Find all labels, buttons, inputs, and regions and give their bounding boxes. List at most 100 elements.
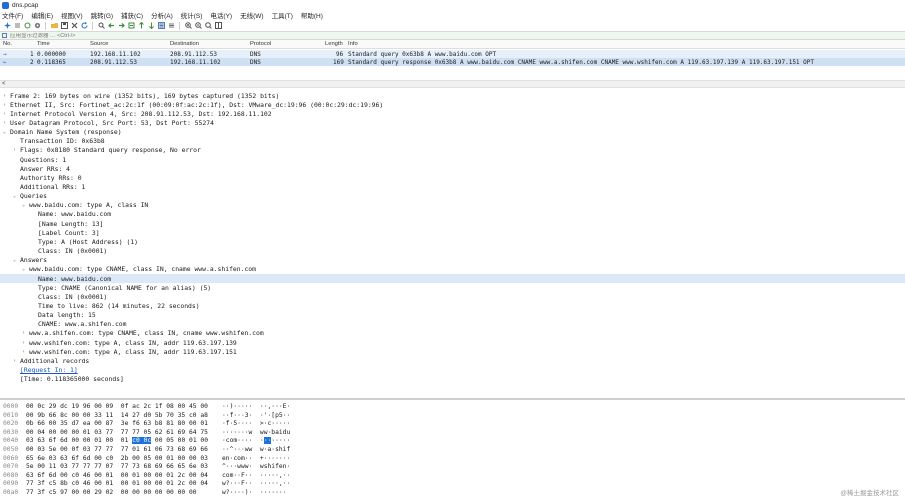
col-no[interactable]: No. bbox=[3, 41, 12, 47]
expand-icon[interactable]: › bbox=[22, 349, 29, 355]
byte-hex[interactable]: 00 9b 66 8c 00 00 33 11 14 27 d0 5b 70 3… bbox=[26, 412, 208, 419]
restart-capture-icon[interactable] bbox=[23, 22, 31, 30]
collapse-icon[interactable]: ⌄ bbox=[13, 193, 20, 199]
detail-row[interactable]: Class: IN (0x0001) bbox=[31, 292, 107, 301]
menu-capture[interactable]: 捕获(C) bbox=[121, 10, 143, 20]
menu-file[interactable]: 文件(F) bbox=[2, 10, 23, 20]
expand-icon[interactable]: › bbox=[22, 340, 29, 346]
detail-row[interactable]: ⌄ Answers bbox=[13, 256, 47, 265]
col-length[interactable]: Length bbox=[325, 41, 343, 47]
expand-icon[interactable]: › bbox=[3, 120, 10, 126]
detail-row[interactable]: Type: CNAME (Canonical NAME for an alias… bbox=[31, 283, 211, 292]
last-packet-icon[interactable] bbox=[147, 22, 155, 30]
scroll-left-icon[interactable]: < bbox=[2, 81, 6, 87]
reload-icon[interactable] bbox=[80, 22, 88, 30]
first-packet-icon[interactable] bbox=[137, 22, 145, 30]
byte-hex[interactable]: 77 3f c5 97 00 00 29 02 00 00 00 00 00 0… bbox=[26, 489, 197, 496]
zoom-reset-icon[interactable] bbox=[204, 22, 212, 30]
detail-row[interactable]: › Frame 2: 169 bytes on wire (1352 bits),… bbox=[3, 91, 279, 100]
save-file-icon[interactable] bbox=[60, 22, 68, 30]
menu-edit[interactable]: 编辑(E) bbox=[31, 10, 53, 20]
detail-row[interactable]: CNAME: www.a.shifen.com bbox=[31, 320, 127, 329]
byte-ascii[interactable]: w?····)· ······· bbox=[222, 489, 286, 496]
byte-ascii[interactable]: ·com···· ········ bbox=[222, 437, 290, 445]
detail-row[interactable]: [Request In: 1] bbox=[13, 366, 78, 375]
menu-help[interactable]: 帮助(H) bbox=[301, 10, 323, 20]
detail-row[interactable]: Additional RRs: 1 bbox=[13, 183, 85, 192]
byte-hex[interactable]: 00 03 5e 00 0f 03 77 77 77 01 61 06 73 6… bbox=[26, 446, 208, 453]
expand-icon[interactable]: › bbox=[13, 147, 20, 153]
byte-ascii[interactable]: w?···F·· ·····,·· bbox=[222, 480, 290, 487]
byte-row[interactable]: 00a0 77 3f c5 97 00 00 29 02 00 00 00 00 … bbox=[0, 488, 905, 497]
detail-row[interactable]: Time to live: 862 (14 minutes, 22 second… bbox=[31, 301, 200, 310]
packet-row-selected[interactable]: ← 2 0.118365 208.91.112.53 192.168.11.10… bbox=[0, 58, 905, 66]
col-time[interactable]: Time bbox=[37, 41, 50, 47]
capture-options-icon[interactable] bbox=[33, 22, 41, 30]
detail-row[interactable]: › www.wshifen.com: type A, class IN, addr… bbox=[22, 338, 237, 347]
colorize-icon[interactable] bbox=[167, 22, 175, 30]
menu-wireless[interactable]: 无线(W) bbox=[240, 10, 263, 20]
detail-row[interactable]: Answer RRs: 4 bbox=[13, 164, 70, 173]
packet-row[interactable]: → 1 0.000000 192.168.11.102 208.91.112.5… bbox=[0, 50, 905, 58]
detail-row[interactable]: Name: www.baidu.com bbox=[0, 274, 905, 283]
detail-row[interactable]: › www.wshifen.com: type A, class IN, addr… bbox=[22, 347, 237, 356]
expand-icon[interactable]: › bbox=[3, 111, 10, 117]
byte-ascii[interactable]: ^···www· wshifen· bbox=[222, 463, 290, 470]
expand-icon[interactable]: › bbox=[22, 330, 29, 336]
byte-ascii[interactable]: ·······w ww·baidu bbox=[222, 429, 290, 436]
detail-row[interactable]: [Label Count: 3] bbox=[31, 228, 100, 237]
open-file-icon[interactable] bbox=[50, 22, 58, 30]
col-source[interactable]: Source bbox=[90, 41, 108, 47]
expand-icon[interactable]: › bbox=[3, 93, 10, 99]
byte-ascii[interactable]: ··)····· ··,···E· bbox=[222, 403, 290, 410]
expand-icon[interactable]: › bbox=[3, 102, 10, 108]
detail-row[interactable]: ⌄ Queries bbox=[13, 192, 47, 201]
detail-row[interactable]: [Time: 0.118365000 seconds] bbox=[13, 375, 124, 384]
menu-view[interactable]: 视图(V) bbox=[61, 10, 83, 20]
collapse-icon[interactable]: ⌄ bbox=[3, 129, 10, 135]
collapse-icon[interactable]: ⌄ bbox=[22, 202, 29, 208]
byte-ascii[interactable]: ··^···ww w·a·shif bbox=[222, 446, 290, 453]
detail-row[interactable]: Name: www.baidu.com bbox=[31, 210, 111, 219]
detail-row[interactable]: › Ethernet II, Src: Fortinet_ac:2c:1f (00… bbox=[3, 100, 383, 109]
zoom-out-icon[interactable] bbox=[194, 22, 202, 30]
detail-row[interactable]: Type: A (Host Address) (1) bbox=[31, 237, 138, 246]
detail-row[interactable]: [Name Length: 13] bbox=[31, 219, 103, 228]
collapse-icon[interactable]: ⌄ bbox=[13, 257, 20, 263]
byte-hex[interactable]: 00 04 00 00 00 01 03 77 77 77 05 62 61 6… bbox=[26, 429, 208, 436]
detail-row[interactable]: Authority RRs: 0 bbox=[13, 173, 82, 182]
detail-row[interactable]: ⌄ www.baidu.com: type A, class IN bbox=[22, 201, 148, 210]
stop-capture-icon[interactable] bbox=[13, 22, 21, 30]
pane-splitter[interactable] bbox=[0, 398, 905, 400]
col-info[interactable]: Info bbox=[348, 41, 358, 47]
byte-hex[interactable]: 0b 66 00 35 d7 ea 00 87 3e f6 63 b8 81 8… bbox=[26, 420, 208, 427]
collapse-icon[interactable]: ⌄ bbox=[22, 266, 29, 272]
byte-hex[interactable]: 65 6e 03 63 6f 6d 00 c0 2b 00 05 00 01 0… bbox=[26, 455, 208, 462]
byte-hex[interactable]: 77 3f c5 8b c0 46 00 01 00 01 00 00 01 2… bbox=[26, 480, 208, 487]
menu-telephony[interactable]: 电话(Y) bbox=[210, 10, 232, 20]
expand-icon[interactable]: › bbox=[13, 358, 20, 364]
byte-ascii[interactable]: ··f···3· ·'·[p5·· bbox=[222, 412, 290, 419]
zoom-in-icon[interactable] bbox=[184, 22, 192, 30]
byte-ascii[interactable]: com··F·· ·····,·· bbox=[222, 472, 290, 479]
detail-row[interactable]: › Flags: 0x8180 Standard query response, … bbox=[13, 146, 201, 155]
display-filter-input[interactable] bbox=[10, 32, 610, 39]
detail-row[interactable]: › www.a.shifen.com: type CNAME, class IN,… bbox=[22, 329, 264, 338]
detail-row[interactable]: › Additional records bbox=[13, 356, 89, 365]
detail-row[interactable]: › Internet Protocol Version 4, Src: 208.9… bbox=[3, 109, 272, 118]
packet-list-scrollbar[interactable]: < bbox=[0, 80, 905, 88]
find-packet-icon[interactable] bbox=[97, 22, 105, 30]
go-to-packet-icon[interactable] bbox=[127, 22, 135, 30]
byte-ascii[interactable]: ·f·5···· >·c····· bbox=[222, 420, 290, 427]
byte-hex[interactable]: 03 63 6f 6d 00 00 01 00 01 c0 0c 00 05 0… bbox=[26, 437, 208, 445]
resize-columns-icon[interactable] bbox=[214, 22, 222, 30]
menu-tools[interactable]: 工具(T) bbox=[272, 10, 293, 20]
detail-row[interactable]: Data length: 15 bbox=[31, 311, 96, 320]
go-forward-icon[interactable] bbox=[117, 22, 125, 30]
detail-row[interactable]: Questions: 1 bbox=[13, 155, 66, 164]
menu-analyze[interactable]: 分析(A) bbox=[151, 10, 173, 20]
go-back-icon[interactable] bbox=[107, 22, 115, 30]
detail-row[interactable]: Transaction ID: 0x63b8 bbox=[13, 137, 105, 146]
menu-statistics[interactable]: 统计(S) bbox=[181, 10, 203, 20]
col-protocol[interactable]: Protocol bbox=[250, 41, 271, 47]
